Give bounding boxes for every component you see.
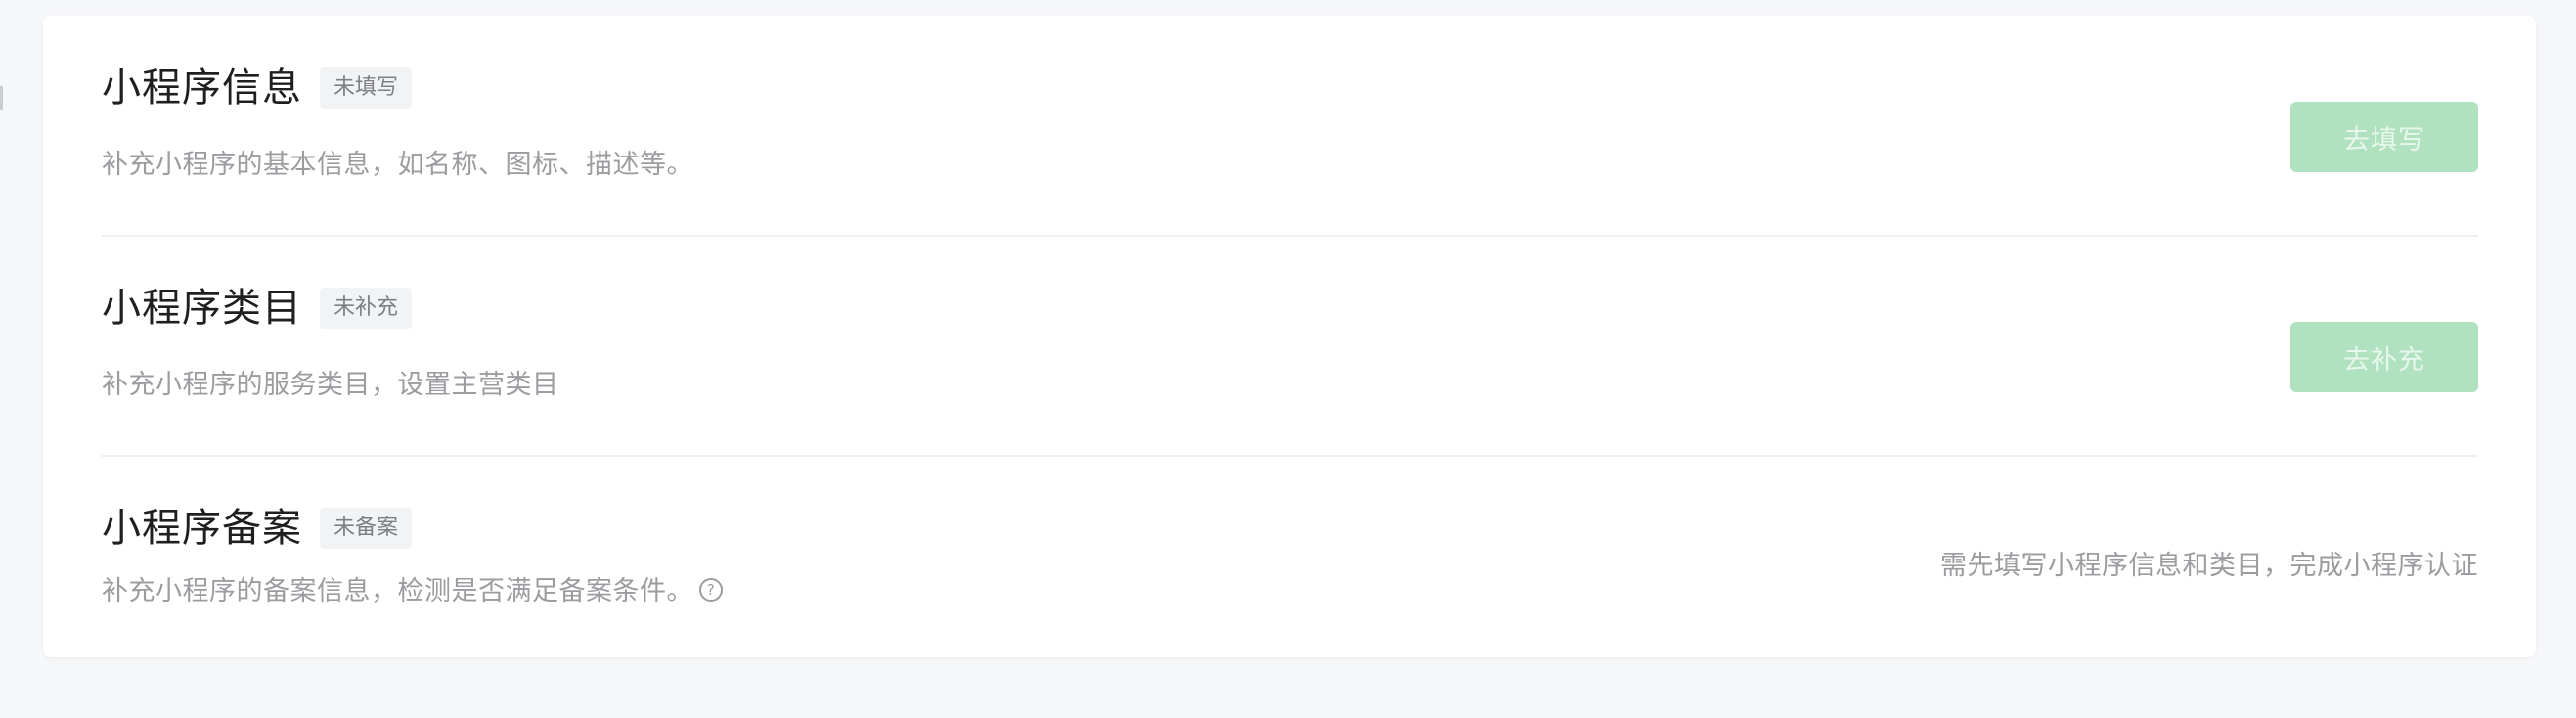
section-category-title: 小程序类目 bbox=[102, 286, 302, 331]
section-category-description: 补充小程序的服务类目，设置主营类目 bbox=[102, 370, 559, 400]
section-info-title: 小程序信息 bbox=[102, 66, 302, 111]
section-info-heading: 小程序信息 未填写 bbox=[102, 66, 413, 111]
section-filing-status-badge: 未备案 bbox=[320, 508, 413, 549]
section-info-description: 补充小程序的基本信息，如名称、图标、描述等。 bbox=[102, 150, 693, 180]
section-filing-requirement-note: 需先填写小程序信息和类目，完成小程序认证 bbox=[1940, 551, 2478, 581]
section-category-heading: 小程序类目 未补充 bbox=[102, 286, 413, 331]
section-filing-description-line: 补充小程序的备案信息，检测是否满足备案条件。? bbox=[102, 569, 723, 607]
section-category: 小程序类目 未补充 补充小程序的服务类目，设置主营类目 去补充 bbox=[102, 236, 2478, 456]
section-filing: 小程序备案 未备案 补充小程序的备案信息，检测是否满足备案条件。? 需先填写小程… bbox=[102, 456, 2478, 676]
section-filing-heading: 小程序备案 未备案 bbox=[102, 506, 413, 551]
section-info: 小程序信息 未填写 补充小程序的基本信息，如名称、图标、描述等。 去填写 bbox=[102, 16, 2478, 236]
add-category-button[interactable]: 去补充 bbox=[2290, 322, 2478, 392]
left-edge-marker bbox=[0, 86, 3, 110]
section-category-status-badge: 未补充 bbox=[320, 288, 413, 329]
help-icon[interactable]: ? bbox=[699, 577, 723, 602]
section-info-status-badge: 未填写 bbox=[320, 67, 413, 109]
section-filing-title: 小程序备案 bbox=[102, 506, 302, 551]
setup-card: 小程序信息 未填写 补充小程序的基本信息，如名称、图标、描述等。 去填写 小程序… bbox=[43, 16, 2536, 657]
fill-info-button[interactable]: 去填写 bbox=[2290, 102, 2478, 172]
section-filing-description: 补充小程序的备案信息，检测是否满足备案条件。 bbox=[102, 576, 693, 606]
